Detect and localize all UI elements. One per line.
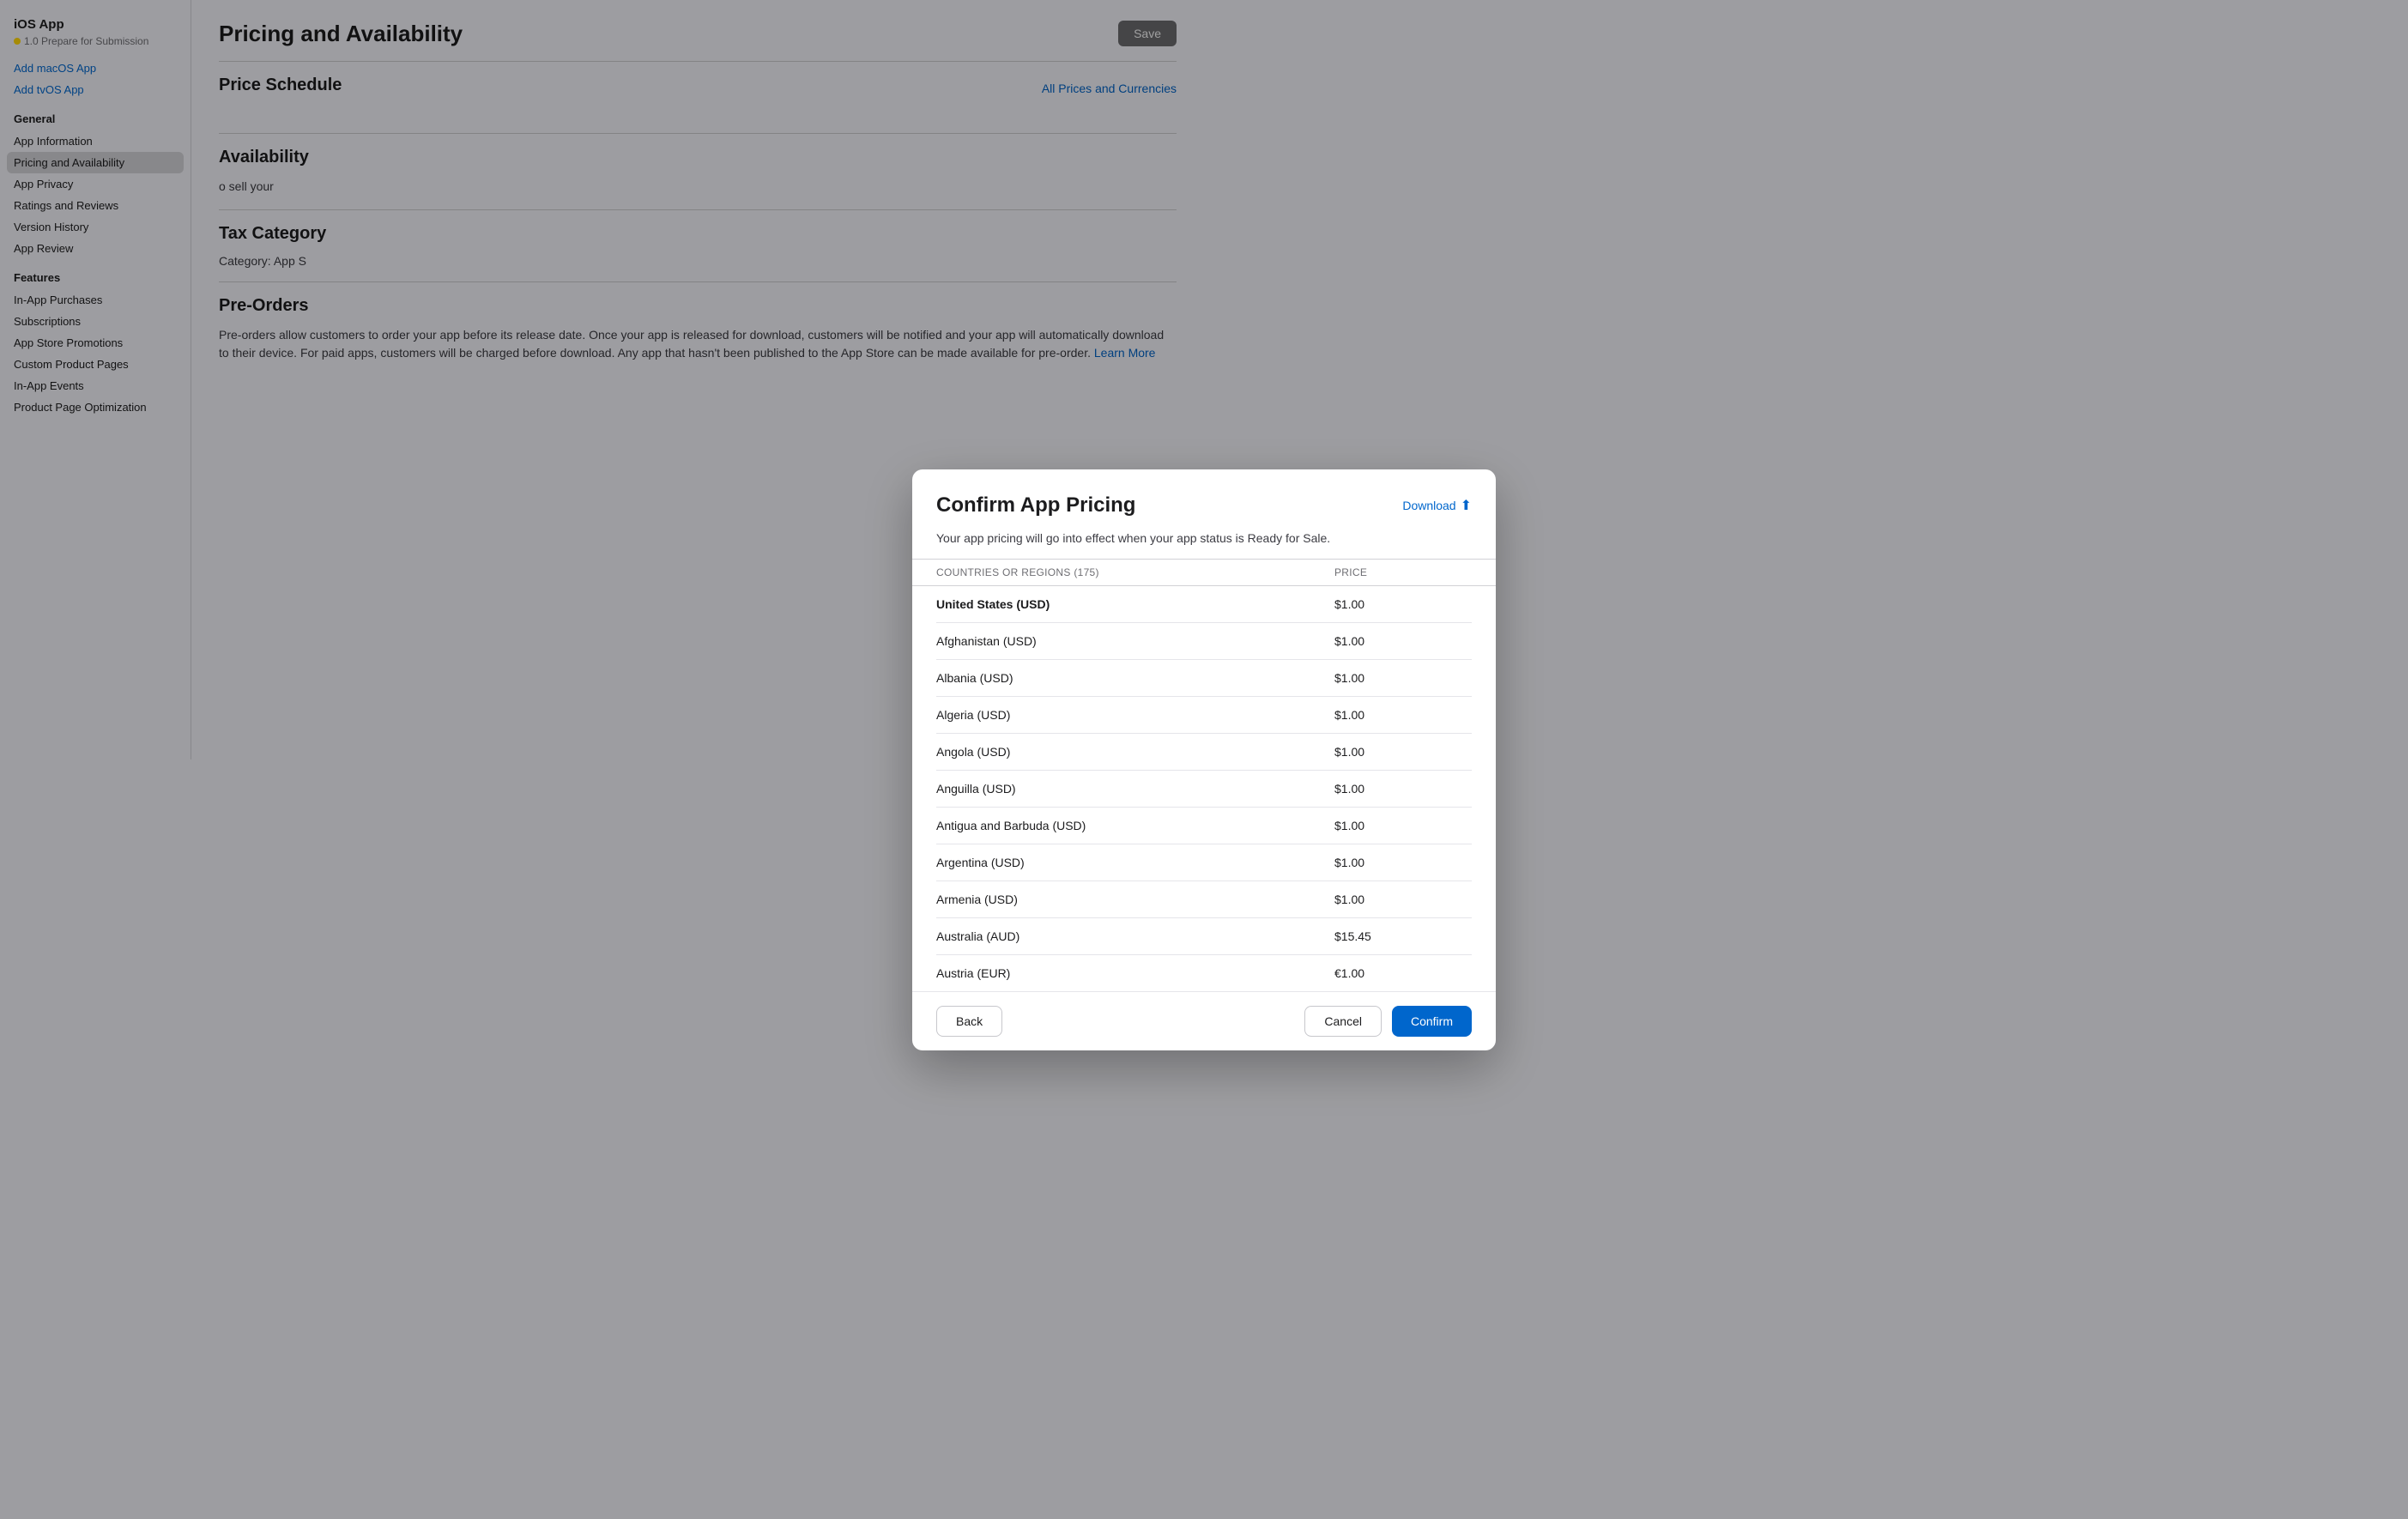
table-header: COUNTRIES OR REGIONS (175) PRICE <box>912 559 1496 586</box>
table-row: Albania (USD)$1.00 <box>936 660 1472 697</box>
modal-overlay: Confirm App Pricing Download ⬆︎ Your app… <box>0 0 2408 1519</box>
table-row: Algeria (USD)$1.00 <box>936 697 1472 734</box>
modal-title: Confirm App Pricing <box>936 493 1135 517</box>
row-price: $1.00 <box>1334 745 1472 759</box>
confirm-button[interactable]: Confirm <box>1392 1006 1472 1037</box>
row-country: United States (USD) <box>936 597 1334 611</box>
row-country: Antigua and Barbuda (USD) <box>936 819 1334 832</box>
row-country: Angola (USD) <box>936 745 1334 759</box>
row-price: $1.00 <box>1334 634 1472 648</box>
row-price: $15.45 <box>1334 929 1472 943</box>
row-country: Austria (EUR) <box>936 966 1334 980</box>
download-link[interactable]: Download ⬆︎ <box>1402 497 1472 514</box>
download-icon: ⬆︎ <box>1461 497 1472 514</box>
table-row: United States (USD)$1.00 <box>936 586 1472 623</box>
back-button[interactable]: Back <box>936 1006 1002 1037</box>
row-price: $1.00 <box>1334 782 1472 796</box>
cancel-button[interactable]: Cancel <box>1304 1006 1382 1037</box>
row-price: $1.00 <box>1334 893 1472 906</box>
row-price: $1.00 <box>1334 819 1472 832</box>
table-row: Afghanistan (USD)$1.00 <box>936 623 1472 660</box>
table-row: Anguilla (USD)$1.00 <box>936 771 1472 808</box>
column-header-country: COUNTRIES OR REGIONS (175) <box>936 566 1334 578</box>
row-country: Armenia (USD) <box>936 893 1334 906</box>
confirm-pricing-modal: Confirm App Pricing Download ⬆︎ Your app… <box>912 469 1496 1050</box>
modal-header: Confirm App Pricing Download ⬆︎ <box>912 469 1496 531</box>
modal-subtitle: Your app pricing will go into effect whe… <box>912 531 1496 559</box>
row-country: Algeria (USD) <box>936 708 1334 722</box>
row-country: Afghanistan (USD) <box>936 634 1334 648</box>
footer-right: Cancel Confirm <box>1304 1006 1472 1037</box>
row-price: $1.00 <box>1334 708 1472 722</box>
table-row: Australia (AUD)$15.45 <box>936 918 1472 955</box>
row-price: $1.00 <box>1334 671 1472 685</box>
table-row: Armenia (USD)$1.00 <box>936 881 1472 918</box>
table-row: Argentina (USD)$1.00 <box>936 844 1472 881</box>
row-price: $1.00 <box>1334 597 1472 611</box>
row-country: Anguilla (USD) <box>936 782 1334 796</box>
table-row: Angola (USD)$1.00 <box>936 734 1472 771</box>
row-country: Albania (USD) <box>936 671 1334 685</box>
modal-footer: Back Cancel Confirm <box>912 991 1496 1050</box>
column-header-price: PRICE <box>1334 566 1472 578</box>
row-country: Argentina (USD) <box>936 856 1334 869</box>
row-country: Australia (AUD) <box>936 929 1334 943</box>
row-price: €1.00 <box>1334 966 1472 980</box>
row-price: $1.00 <box>1334 856 1472 869</box>
table-row: Austria (EUR)€1.00 <box>936 955 1472 991</box>
table-row: Antigua and Barbuda (USD)$1.00 <box>936 808 1472 844</box>
pricing-table: United States (USD)$1.00Afghanistan (USD… <box>912 586 1496 991</box>
